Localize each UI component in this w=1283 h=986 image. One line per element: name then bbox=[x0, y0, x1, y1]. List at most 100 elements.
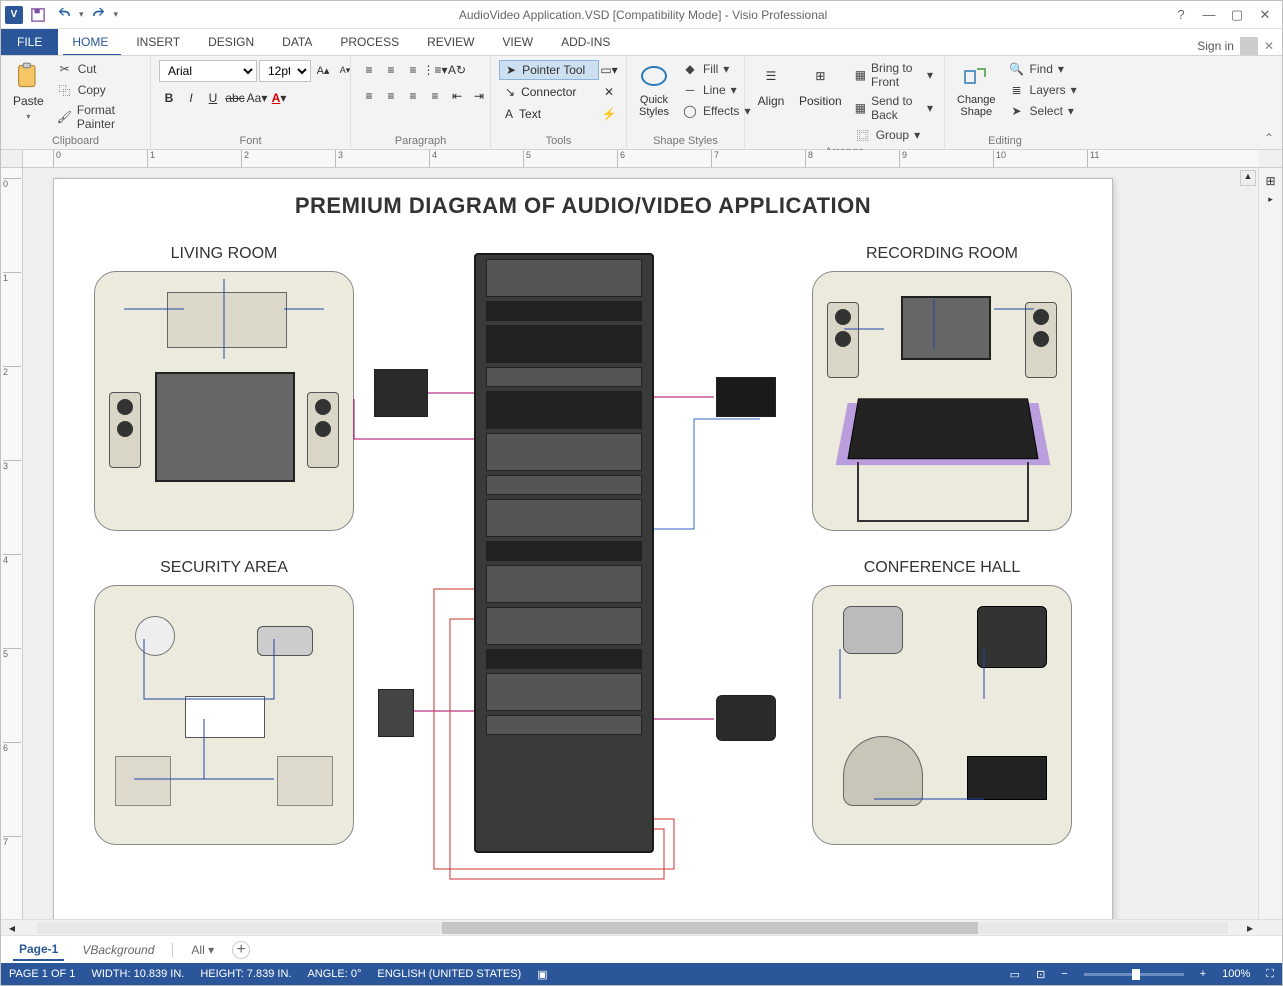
select-button[interactable]: ➤Select▾ bbox=[1006, 102, 1080, 120]
change-case-icon[interactable]: Aa▾ bbox=[247, 88, 267, 108]
layers-button[interactable]: ≣Layers▾ bbox=[1006, 81, 1080, 99]
tab-view[interactable]: VIEW bbox=[488, 29, 547, 55]
control-panel-conference[interactable] bbox=[716, 695, 776, 741]
zoom-slider[interactable] bbox=[1084, 973, 1184, 976]
bold-icon[interactable]: B bbox=[159, 88, 179, 108]
position-button[interactable]: ⊞Position bbox=[795, 60, 846, 110]
add-page-button[interactable]: + bbox=[232, 941, 250, 959]
undo-icon[interactable] bbox=[53, 4, 75, 26]
align-middle-icon[interactable]: ≡ bbox=[381, 60, 401, 80]
copy-button[interactable]: ⿻Copy bbox=[54, 81, 142, 99]
rectangle-tool-icon[interactable]: ▭▾ bbox=[599, 60, 619, 80]
control-panel-recording[interactable] bbox=[716, 377, 776, 417]
tab-design[interactable]: DESIGN bbox=[194, 29, 268, 55]
fit-to-window-icon[interactable]: ⛶ bbox=[1266, 968, 1274, 981]
fill-button[interactable]: ◆Fill▾ bbox=[679, 60, 754, 78]
connection-point-icon[interactable]: ✕ bbox=[599, 82, 619, 102]
scroll-up-button[interactable]: ▲ bbox=[1240, 170, 1256, 186]
decrease-indent-icon[interactable]: ⇤ bbox=[447, 86, 467, 106]
text-direction-icon[interactable]: A↻ bbox=[447, 60, 467, 80]
effects-button[interactable]: ◯Effects▾ bbox=[679, 102, 754, 120]
bring-to-front-button[interactable]: ▦Bring to Front▾ bbox=[852, 60, 936, 90]
tab-review[interactable]: REVIEW bbox=[413, 29, 488, 55]
collapse-ribbon-icon[interactable]: ⌃ bbox=[1264, 131, 1274, 145]
italic-icon[interactable]: I bbox=[181, 88, 201, 108]
font-family-select[interactable]: Arial bbox=[159, 60, 257, 82]
ruler-horizontal[interactable]: 01234567891011 bbox=[23, 150, 1258, 168]
bullets-icon[interactable]: ⋮≡▾ bbox=[425, 60, 445, 80]
save-icon[interactable] bbox=[27, 4, 49, 26]
close-icon[interactable]: ✕ bbox=[1252, 4, 1278, 26]
canvas[interactable]: PREMIUM DIAGRAM OF AUDIO/VIDEO APPLICATI… bbox=[23, 168, 1258, 919]
format-painter-button[interactable]: 🖌Format Painter bbox=[54, 102, 142, 132]
change-shape-button[interactable]: Change Shape bbox=[953, 60, 1000, 120]
tab-data[interactable]: DATA bbox=[268, 29, 326, 55]
strikethrough-icon[interactable]: abc bbox=[225, 88, 245, 108]
underline-icon[interactable]: U bbox=[203, 88, 223, 108]
avatar-icon[interactable] bbox=[1240, 37, 1258, 55]
sign-in-link[interactable]: Sign in bbox=[1197, 39, 1234, 53]
increase-indent-icon[interactable]: ⇥ bbox=[469, 86, 489, 106]
zoom-level[interactable]: 100% bbox=[1222, 968, 1250, 980]
zone-security-area[interactable] bbox=[94, 585, 354, 845]
page-tab-all[interactable]: All ▾ bbox=[185, 940, 220, 960]
pointer-tool-button[interactable]: ➤Pointer Tool bbox=[499, 60, 599, 80]
zone-conference-hall-label[interactable]: CONFERENCE HALL bbox=[812, 559, 1072, 577]
zone-living-room[interactable] bbox=[94, 271, 354, 531]
line-button[interactable]: ─Line▾ bbox=[679, 81, 754, 99]
tab-home[interactable]: HOME bbox=[58, 29, 122, 55]
status-language[interactable]: ENGLISH (UNITED STATES) bbox=[377, 968, 521, 980]
macro-record-icon[interactable]: ▣ bbox=[537, 968, 547, 981]
fit-page-icon[interactable]: ⊡ bbox=[1036, 968, 1045, 981]
diagram-title[interactable]: PREMIUM DIAGRAM OF AUDIO/VIDEO APPLICATI… bbox=[54, 179, 1112, 219]
cut-button[interactable]: ✂Cut bbox=[54, 60, 142, 78]
page-tab-page1[interactable]: Page-1 bbox=[13, 939, 64, 961]
quick-styles-button[interactable]: Quick Styles bbox=[635, 60, 673, 120]
shapes-pane-icon[interactable]: ⊞ bbox=[1265, 174, 1275, 188]
font-color-icon[interactable]: A▾ bbox=[269, 88, 289, 108]
align-button[interactable]: ☰Align bbox=[753, 60, 789, 110]
maximize-icon[interactable]: ▢ bbox=[1224, 4, 1250, 26]
zone-recording-room-label[interactable]: RECORDING ROOM bbox=[812, 245, 1072, 263]
zoom-in-icon[interactable]: + bbox=[1200, 968, 1206, 980]
control-panel-security[interactable] bbox=[378, 689, 414, 737]
control-panel-living[interactable] bbox=[374, 369, 428, 417]
server-rack[interactable] bbox=[474, 253, 654, 853]
group-editing: Change Shape 🔍Find▾ ≣Layers▾ ➤Select▾ Ed… bbox=[945, 56, 1065, 149]
zone-conference-hall[interactable] bbox=[812, 585, 1072, 845]
send-to-back-button[interactable]: ▦Send to Back▾ bbox=[852, 93, 936, 123]
close-ribbon-icon[interactable]: ✕ bbox=[1264, 39, 1274, 53]
help-icon[interactable]: ? bbox=[1168, 4, 1194, 26]
connector-tool-button[interactable]: ↘Connector bbox=[499, 82, 599, 102]
minimize-icon[interactable]: — bbox=[1196, 4, 1222, 26]
text-tool-button[interactable]: AText bbox=[499, 104, 599, 124]
align-center-icon[interactable]: ≡ bbox=[381, 86, 401, 106]
tab-addins[interactable]: ADD-INS bbox=[547, 29, 624, 55]
tab-process[interactable]: PROCESS bbox=[326, 29, 413, 55]
group-button[interactable]: ⿴Group▾ bbox=[852, 126, 936, 144]
justify-icon[interactable]: ≡ bbox=[425, 86, 445, 106]
align-right-icon[interactable]: ≡ bbox=[403, 86, 423, 106]
find-button[interactable]: 🔍Find▾ bbox=[1006, 60, 1080, 78]
align-left-icon[interactable]: ≡ bbox=[359, 86, 379, 106]
presentation-mode-icon[interactable]: ▭ bbox=[1010, 968, 1020, 981]
zone-recording-room[interactable] bbox=[812, 271, 1072, 531]
shapes-pane-collapsed[interactable]: ⊞ ▸ bbox=[1258, 168, 1282, 919]
zone-living-room-label[interactable]: LIVING ROOM bbox=[94, 245, 354, 263]
font-size-select[interactable]: 12pt. bbox=[259, 60, 311, 82]
grow-font-icon[interactable]: A▴ bbox=[313, 60, 333, 80]
ribbon: Paste ▾ ✂Cut ⿻Copy 🖌Format Painter Clipb… bbox=[1, 55, 1282, 150]
zoom-out-icon[interactable]: − bbox=[1061, 968, 1067, 980]
tab-insert[interactable]: INSERT bbox=[122, 29, 194, 55]
zone-security-area-label[interactable]: SECURITY AREA bbox=[94, 559, 354, 577]
redo-icon[interactable] bbox=[88, 4, 110, 26]
drawing-page[interactable]: PREMIUM DIAGRAM OF AUDIO/VIDEO APPLICATI… bbox=[53, 178, 1113, 919]
file-tab[interactable]: FILE bbox=[1, 29, 58, 55]
action-tool-icon[interactable]: ⚡ bbox=[599, 104, 619, 124]
align-top-icon[interactable]: ≡ bbox=[359, 60, 379, 80]
horizontal-scrollbar[interactable]: ◂ ▸ bbox=[1, 919, 1282, 935]
align-bottom-icon[interactable]: ≡ bbox=[403, 60, 423, 80]
paste-button[interactable]: Paste ▾ bbox=[9, 60, 48, 123]
ruler-vertical[interactable]: 01234567 bbox=[1, 168, 23, 919]
page-tab-vbackground[interactable]: VBackground bbox=[76, 940, 160, 960]
